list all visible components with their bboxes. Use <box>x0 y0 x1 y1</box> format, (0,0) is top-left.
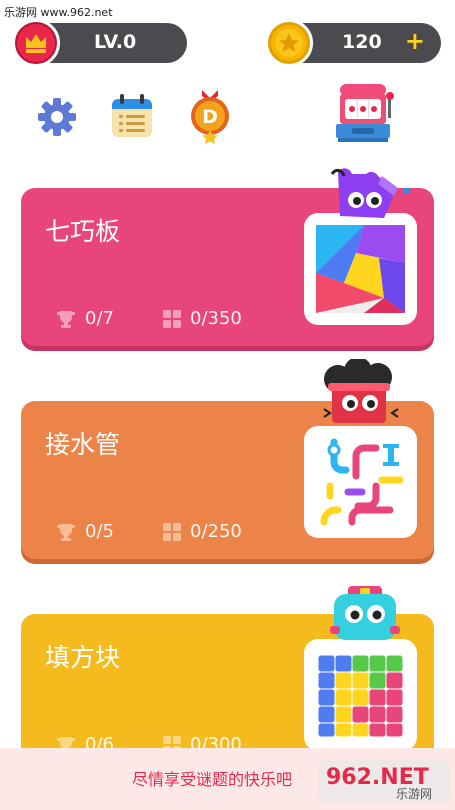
blocks-thumbnail <box>304 639 417 751</box>
grid-icon <box>163 309 181 328</box>
pipes-thumbnail <box>304 426 417 538</box>
level-label: LV.0 <box>94 31 137 53</box>
blocks-mascot-icon <box>330 586 400 646</box>
star-coin-icon <box>265 19 313 67</box>
level-stat: 0/250 <box>162 521 242 542</box>
pipes-mascot-icon <box>318 357 404 429</box>
watermark-sub-text: 乐游网 <box>396 787 432 801</box>
tangram-mascot-icon <box>326 166 412 228</box>
slot-machine-icon[interactable] <box>334 80 400 146</box>
game-title: 接水管 <box>45 430 121 459</box>
trophy-icon <box>57 523 75 541</box>
watermark-top: 乐游网 www.962.net <box>4 6 113 19</box>
grid-icon <box>163 522 181 541</box>
banner-text: 尽情享受谜题的快乐吧 <box>132 770 293 789</box>
trophy-count: 0/5 <box>85 521 114 542</box>
level-stat: 0/350 <box>162 308 242 329</box>
notes-icon[interactable] <box>109 92 155 140</box>
level-count: 0/350 <box>190 308 242 329</box>
watermark-logo: 962.NET 乐游网 <box>318 760 450 802</box>
trophy-icon <box>57 310 75 328</box>
trophy-stat: 0/7 <box>55 308 114 329</box>
medal-letter: D <box>202 106 218 128</box>
game-title: 七巧板 <box>45 217 121 246</box>
crown-icon <box>12 19 60 67</box>
medal-icon[interactable]: D <box>188 88 232 144</box>
game-title: 填方块 <box>45 643 121 672</box>
tangram-thumbnail <box>304 213 417 325</box>
add-coins-button[interactable]: + <box>405 27 425 55</box>
gear-icon[interactable] <box>36 96 78 138</box>
level-count: 0/250 <box>190 521 242 542</box>
trophy-stat: 0/5 <box>55 521 114 542</box>
trophy-count: 0/7 <box>85 308 114 329</box>
coin-count: 120 <box>342 31 382 53</box>
